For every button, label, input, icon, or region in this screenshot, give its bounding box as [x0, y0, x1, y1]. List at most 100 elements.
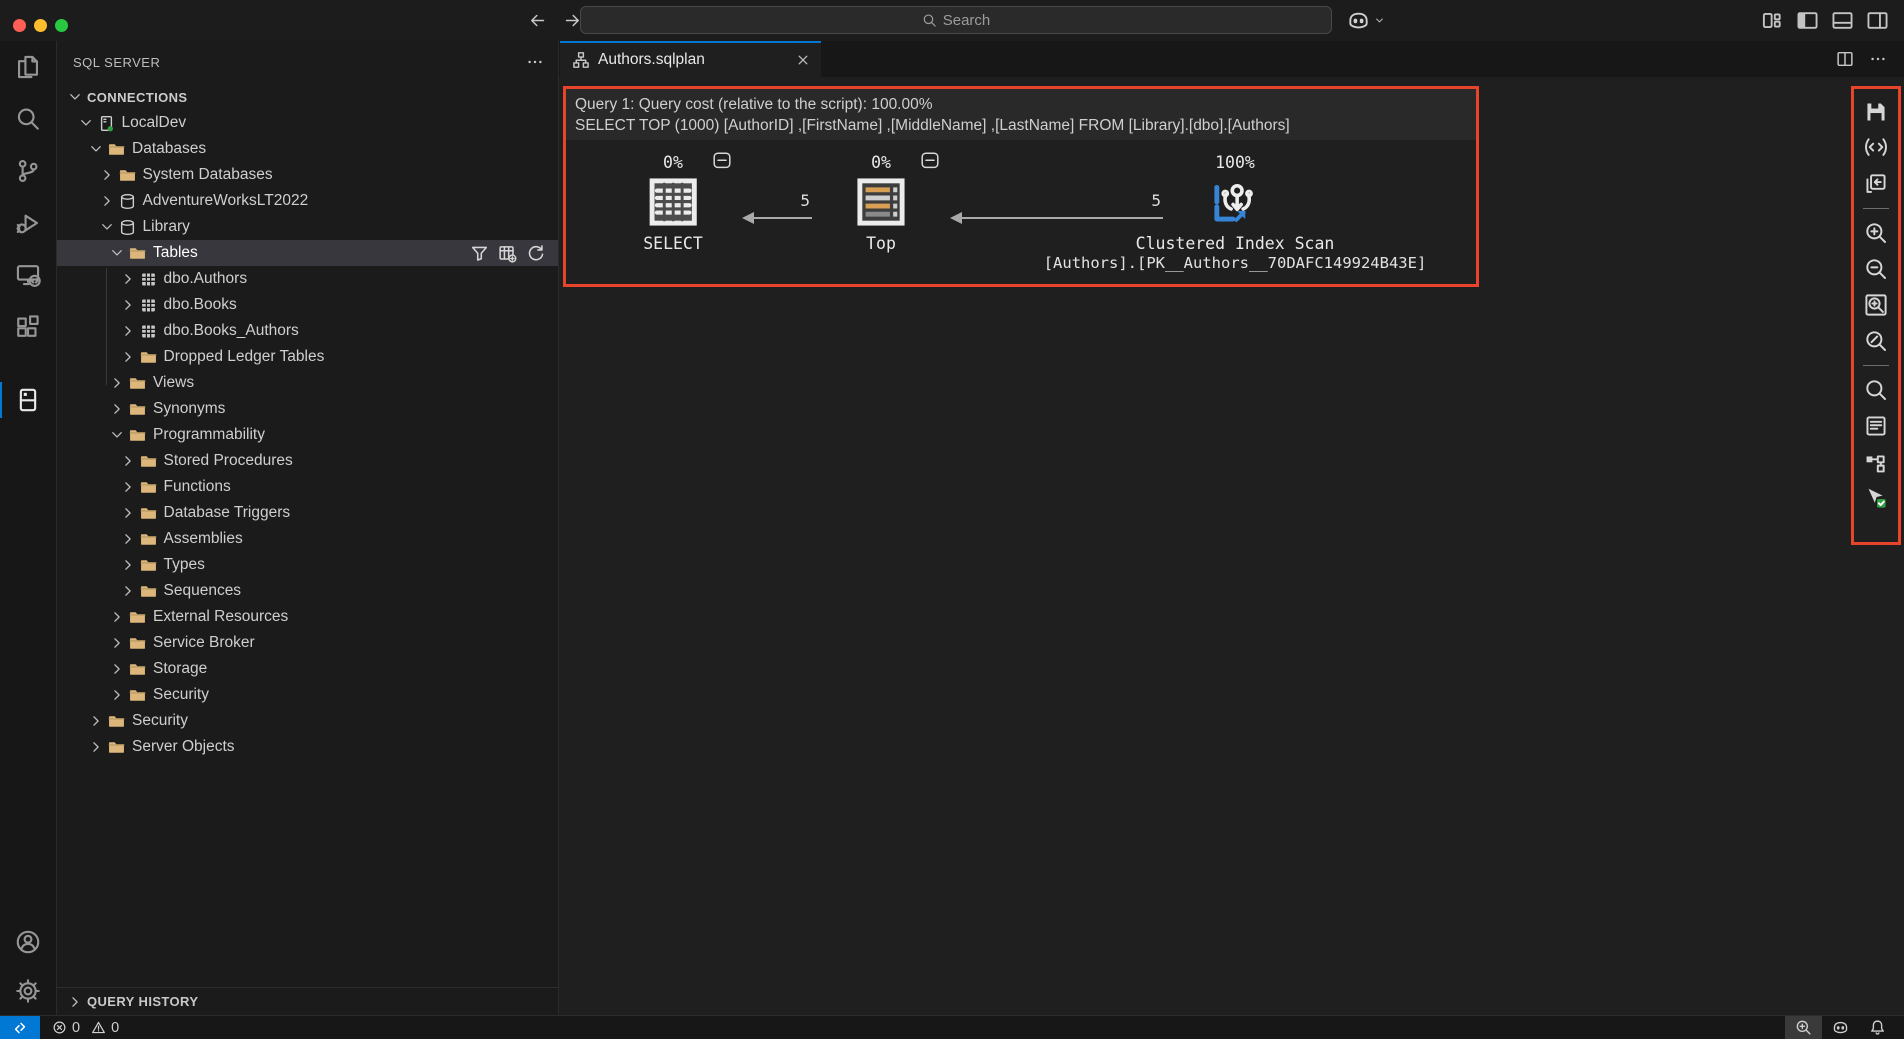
activity-item-settings[interactable]: [0, 966, 56, 1015]
tree-item-label: Dropped Ledger Tables: [163, 348, 325, 365]
tree-item-localdev[interactable]: LocalDev: [57, 110, 558, 136]
tree-item-external-resources[interactable]: External Resources: [57, 604, 558, 630]
tree-item-dbo-books[interactable]: dbo.Books: [57, 292, 558, 318]
copilot-menu[interactable]: [1347, 9, 1386, 32]
query-cost-line: Query 1: Query cost (relative to the scr…: [575, 96, 933, 113]
tree-item-programmability[interactable]: Programmability: [57, 422, 558, 448]
tree-item-dropped-ledger-tables[interactable]: Dropped Ledger Tables: [57, 344, 558, 370]
folder-icon: [129, 661, 146, 678]
tree-item-dbo-authors[interactable]: dbo.Authors: [57, 266, 558, 292]
collapse-node-button[interactable]: [921, 152, 939, 169]
tree-item-databases[interactable]: Databases: [57, 136, 558, 162]
panel-bottom-icon[interactable]: [1831, 9, 1854, 32]
plan-node-clustered-index-scan[interactable]: 100% Clustered Index Scan [Authors].[PK__A…: [1044, 153, 1427, 272]
activity-item-accounts[interactable]: [0, 917, 56, 966]
plan-node-top[interactable]: 0% Top: [855, 153, 907, 254]
tree-item-database-triggers[interactable]: Database Triggers: [57, 500, 558, 526]
open-plan-xml-icon[interactable]: [1864, 136, 1888, 160]
zoom-to-fit-icon[interactable]: [1864, 293, 1888, 317]
remote-indicator[interactable]: [0, 1016, 40, 1039]
database-icon: [119, 219, 136, 236]
toolbar-divider: [1863, 208, 1889, 209]
zoom-out-icon[interactable]: [1864, 257, 1888, 281]
activity-item-sql-server[interactable]: [0, 374, 56, 426]
tree-item-storage[interactable]: Storage: [57, 656, 558, 682]
panel-left-icon[interactable]: [1796, 9, 1819, 32]
window-traffic-lights: [13, 19, 68, 32]
save-plan-icon[interactable]: [1864, 100, 1888, 124]
find-node-icon[interactable]: [1864, 378, 1888, 402]
error-count[interactable]: 0: [72, 1020, 80, 1036]
command-center-search[interactable]: Search: [580, 6, 1332, 34]
activity-item-source-control[interactable]: [0, 145, 56, 197]
tree-item-tables[interactable]: Tables: [57, 240, 558, 266]
tree-item-security[interactable]: Security: [57, 682, 558, 708]
folder-icon: [108, 739, 125, 756]
collapse-node-button[interactable]: [713, 152, 731, 169]
tree-item-assemblies[interactable]: Assemblies: [57, 526, 558, 552]
filter-icon[interactable]: [470, 244, 489, 263]
tab-authors-sqlplan[interactable]: Authors.sqlplan: [560, 41, 821, 77]
navigate-back-button[interactable]: [528, 11, 547, 30]
tree-item-sequences[interactable]: Sequences: [57, 578, 558, 604]
plan-canvas: 0% SELECT 0% Top 100% Clustered Index Scan [Au…: [566, 140, 1476, 284]
tree-item-label: dbo.Books: [163, 296, 237, 313]
query-history-section[interactable]: QUERY HISTORY: [57, 987, 558, 1015]
new-table-icon[interactable]: [498, 244, 517, 263]
tree-item-server-objects[interactable]: Server Objects: [57, 734, 558, 760]
custom-zoom-icon[interactable]: [1864, 329, 1888, 353]
tree-item-label: Library: [142, 218, 190, 235]
warnings-icon[interactable]: [91, 1020, 106, 1035]
warning-count[interactable]: 0: [111, 1020, 119, 1036]
tree-item-service-broker[interactable]: Service Broker: [57, 630, 558, 656]
activity-item-extensions[interactable]: [0, 301, 56, 353]
tree-item-stored-procedures[interactable]: Stored Procedures: [57, 448, 558, 474]
tree-item-library[interactable]: Library: [57, 214, 558, 240]
more-actions-icon[interactable]: [526, 53, 544, 71]
run-and-debug-icon: [15, 210, 41, 236]
node-label: Top: [866, 234, 896, 253]
panel-right-icon[interactable]: [1866, 9, 1889, 32]
table-icon: [140, 271, 157, 288]
activity-item-remote-explorer[interactable]: [0, 249, 56, 301]
properties-icon[interactable]: [1864, 414, 1888, 438]
activity-bar: [0, 41, 57, 1015]
plan-node-select[interactable]: 0% SELECT: [643, 153, 703, 254]
errors-icon[interactable]: [52, 1020, 67, 1035]
tree-item-security[interactable]: Security: [57, 708, 558, 734]
activity-item-search[interactable]: [0, 93, 56, 145]
split-editor-icon[interactable]: [1836, 50, 1854, 68]
tree-indent-guide: [106, 268, 107, 385]
tree-item-views[interactable]: Views: [57, 370, 558, 396]
tree-item-adventureworkslt2022[interactable]: AdventureWorksLT2022: [57, 188, 558, 214]
search-icon: [922, 13, 937, 28]
activity-item-explorer[interactable]: [0, 41, 56, 93]
notifications-item[interactable]: [1859, 1016, 1896, 1039]
highlight-expensive-operation-icon[interactable]: [1864, 450, 1888, 474]
close-window-button[interactable]: [13, 19, 26, 32]
tree-section-connections[interactable]: CONNECTIONS: [57, 84, 558, 110]
tree-item-functions[interactable]: Functions: [57, 474, 558, 500]
server-icon: [98, 115, 115, 132]
chevron-down-icon: [78, 115, 94, 131]
minimize-window-button[interactable]: [34, 19, 47, 32]
zoom-in-icon[interactable]: [1864, 221, 1888, 245]
zoom-status-item[interactable]: [1785, 1016, 1822, 1039]
open-query-icon[interactable]: [1864, 172, 1888, 196]
activity-item-run-and-debug[interactable]: [0, 197, 56, 249]
more-actions-icon[interactable]: [1869, 50, 1887, 68]
close-icon[interactable]: [795, 52, 811, 68]
maximize-window-button[interactable]: [55, 19, 68, 32]
tree-item-system-databases[interactable]: System Databases: [57, 162, 558, 188]
copilot-icon: [1347, 9, 1370, 32]
chevron-down-icon: [1373, 14, 1386, 27]
tree-item-label: Databases: [132, 140, 207, 157]
layout-control-icon[interactable]: [1761, 9, 1784, 32]
tree-item-synonyms[interactable]: Synonyms: [57, 396, 558, 422]
tree-item-dbo-books-authors[interactable]: dbo.Books_Authors: [57, 318, 558, 344]
tree-item-types[interactable]: Types: [57, 552, 558, 578]
toggle-tooltip-icon[interactable]: [1864, 486, 1888, 510]
chevron-right-icon: [120, 505, 136, 521]
refresh-icon[interactable]: [526, 244, 545, 263]
copilot-status-item[interactable]: [1822, 1016, 1859, 1039]
